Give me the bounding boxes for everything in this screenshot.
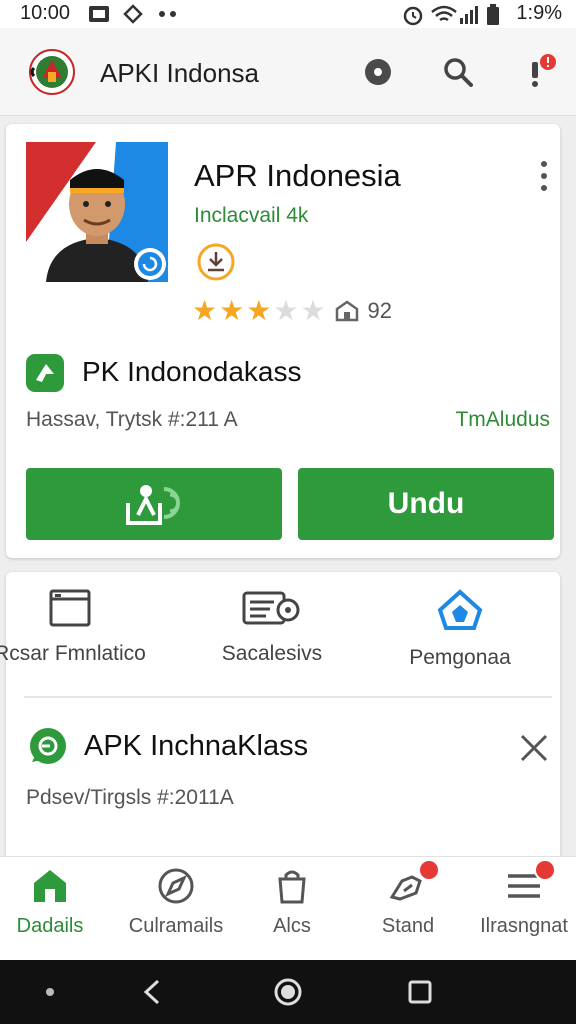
alert-icon[interactable] [520, 54, 560, 90]
home-icon [34, 870, 66, 902]
transfer-icon [123, 4, 143, 24]
notification-badge [418, 859, 440, 881]
bottom-navigation: Dadails Culramails Alcs Stand Ilrasngnat [0, 856, 576, 960]
certified-badge-icon [197, 243, 235, 281]
search-icon[interactable] [440, 54, 476, 90]
feature-item-security[interactable]: Pemgonaa [370, 588, 550, 670]
nav-label: Dadails [16, 915, 84, 937]
nav-item-details[interactable]: Dadails [0, 867, 110, 938]
chat-icon [30, 728, 66, 764]
system-navigation-bar [0, 960, 576, 1024]
star-filled-icon: ★ [246, 295, 272, 326]
settings-card-icon [242, 591, 300, 625]
star-rating: ★★★★★ [192, 297, 328, 325]
battery-level: 1:9% [516, 2, 562, 24]
home-shield-icon [437, 589, 483, 630]
notification-meta: Pdsev/Tirgsls #:2011A [26, 786, 234, 809]
assistant-dot-icon[interactable] [44, 986, 56, 998]
rating-row: ★★★★★ 92 [192, 294, 392, 328]
app-icon [26, 142, 168, 282]
developer-name[interactable]: Inclacvail 4k [194, 204, 308, 228]
package-meta: Hassav, Trytsk #:211 A [26, 408, 238, 431]
package-icon [26, 354, 64, 392]
nav-item-stand[interactable]: Stand [348, 859, 468, 938]
install-button[interactable] [26, 468, 282, 540]
more-options-icon[interactable] [536, 160, 552, 192]
battery-icon [487, 4, 499, 25]
compass-icon [158, 868, 194, 904]
feature-item-reports[interactable]: Rcsar Fmnlatico [0, 588, 160, 666]
alarm-icon [403, 6, 423, 26]
nav-label: Culramails [128, 915, 224, 937]
star-empty-icon: ★ [300, 295, 326, 326]
nav-item-ilrasngnat[interactable]: Ilrasngnat [464, 859, 576, 938]
app-bar: APKI Indonsa [0, 28, 576, 116]
review-icon [335, 300, 358, 322]
nav-item-alcs[interactable]: Alcs [232, 867, 352, 938]
app-title: APR Indonesia [194, 158, 401, 193]
notification-badge [534, 859, 556, 881]
app-bar-title: APKI Indonsa [100, 58, 259, 88]
back-icon[interactable] [140, 978, 164, 1006]
status-bar: 10:00 1:9% [0, 0, 576, 28]
feature-label: Rcsar Fmnlatico [0, 642, 146, 665]
recents-icon[interactable] [406, 978, 434, 1006]
star-filled-icon: ★ [219, 295, 245, 326]
features-card: Rcsar Fmnlatico Sacalesivs Pemgonaa APK … [0, 572, 560, 872]
notification-title: APK InchnaKlass [84, 730, 309, 762]
package-name: PK Indonodakass [82, 356, 302, 387]
nav-label: Stand [381, 915, 435, 937]
rating-count: 92 [367, 298, 393, 323]
photo-icon [89, 6, 109, 22]
divider [24, 696, 552, 698]
emblem-logo [29, 49, 75, 95]
dots-icon [159, 11, 176, 17]
nav-item-culramails[interactable]: Culramails [116, 867, 236, 938]
wifi-icon [431, 5, 457, 22]
feature-label: Pemgonaa [409, 646, 511, 669]
download-button[interactable]: Undu [298, 468, 554, 540]
feature-label: Sacalesivs [221, 642, 323, 665]
star-empty-icon: ★ [273, 295, 299, 326]
status-time: 10:00 [20, 2, 71, 24]
record-icon[interactable] [360, 54, 396, 90]
window-icon [49, 589, 91, 627]
bag-icon [278, 870, 306, 904]
nav-label: Ilrasngnat [480, 915, 568, 937]
app-details-card: APR Indonesia Inclacvail 4k ★★★★★ 92 PK … [6, 124, 560, 558]
star-filled-icon: ★ [192, 295, 218, 326]
package-link[interactable]: TmAludus [455, 408, 550, 432]
feature-item-services[interactable]: Sacalesivs [182, 588, 362, 666]
close-icon[interactable] [518, 732, 550, 764]
home-button-icon[interactable] [272, 976, 304, 1008]
signal-icon [460, 6, 478, 24]
nav-label: Alcs [273, 915, 311, 937]
install-icon [126, 485, 180, 525]
